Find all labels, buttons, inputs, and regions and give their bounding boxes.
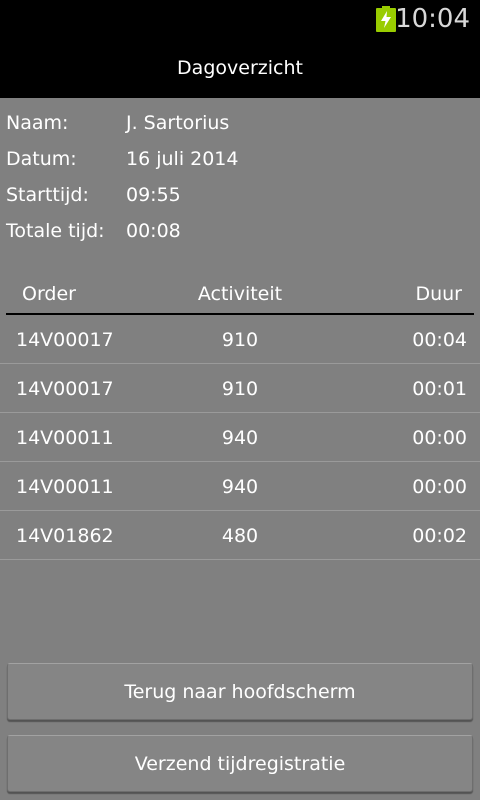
status-time: 10:04 bbox=[395, 4, 470, 34]
header-divider bbox=[6, 313, 474, 315]
date-value: 16 juli 2014 bbox=[126, 148, 239, 170]
battery-charging-icon bbox=[376, 6, 396, 32]
duration-cell: 00:04 bbox=[412, 329, 467, 351]
back-to-home-button[interactable]: Terug naar hoofdscherm bbox=[7, 663, 473, 720]
table-row[interactable]: 14V00011 940 00:00 bbox=[0, 463, 480, 511]
column-header-activity: Activiteit bbox=[197, 283, 283, 305]
table-row[interactable]: 14V01862 480 00:02 bbox=[0, 512, 480, 560]
row-divider bbox=[0, 412, 480, 413]
status-bar: 10:04 bbox=[0, 0, 480, 38]
date-label: Datum: bbox=[6, 148, 77, 170]
row-divider bbox=[0, 363, 480, 364]
start-value: 09:55 bbox=[126, 184, 181, 206]
total-label: Totale tijd: bbox=[6, 220, 105, 242]
title-bar: Dagoverzicht bbox=[0, 38, 480, 98]
total-value: 00:08 bbox=[126, 220, 181, 242]
order-cell: 14V00011 bbox=[16, 476, 114, 498]
order-cell: 14V00011 bbox=[16, 427, 114, 449]
start-label: Starttijd: bbox=[6, 184, 89, 206]
duration-cell: 00:01 bbox=[412, 378, 467, 400]
send-time-registration-button[interactable]: Verzend tijdregistratie bbox=[7, 735, 473, 792]
column-header-order: Order bbox=[22, 283, 76, 305]
name-label: Naam: bbox=[6, 112, 69, 134]
activity-cell: 940 bbox=[221, 427, 259, 449]
table-header: Order Activiteit Duur bbox=[6, 276, 474, 312]
duration-cell: 00:00 bbox=[412, 476, 467, 498]
table-row[interactable]: 14V00017 910 00:04 bbox=[0, 316, 480, 364]
duration-cell: 00:02 bbox=[412, 525, 467, 547]
table-row[interactable]: 14V00011 940 00:00 bbox=[0, 414, 480, 462]
duration-cell: 00:00 bbox=[412, 427, 467, 449]
activity-cell: 910 bbox=[221, 378, 259, 400]
page-title: Dagoverzicht bbox=[177, 57, 303, 79]
table-row[interactable]: 14V00017 910 00:01 bbox=[0, 365, 480, 413]
row-divider bbox=[0, 559, 480, 560]
row-divider bbox=[0, 510, 480, 511]
order-cell: 14V00017 bbox=[16, 329, 114, 351]
row-divider bbox=[0, 461, 480, 462]
name-value: J. Sartorius bbox=[126, 112, 230, 134]
activity-cell: 940 bbox=[221, 476, 259, 498]
order-cell: 14V00017 bbox=[16, 378, 114, 400]
activity-cell: 480 bbox=[221, 525, 259, 547]
activity-cell: 910 bbox=[221, 329, 259, 351]
column-header-duration: Duur bbox=[415, 283, 462, 305]
order-cell: 14V01862 bbox=[16, 525, 114, 547]
